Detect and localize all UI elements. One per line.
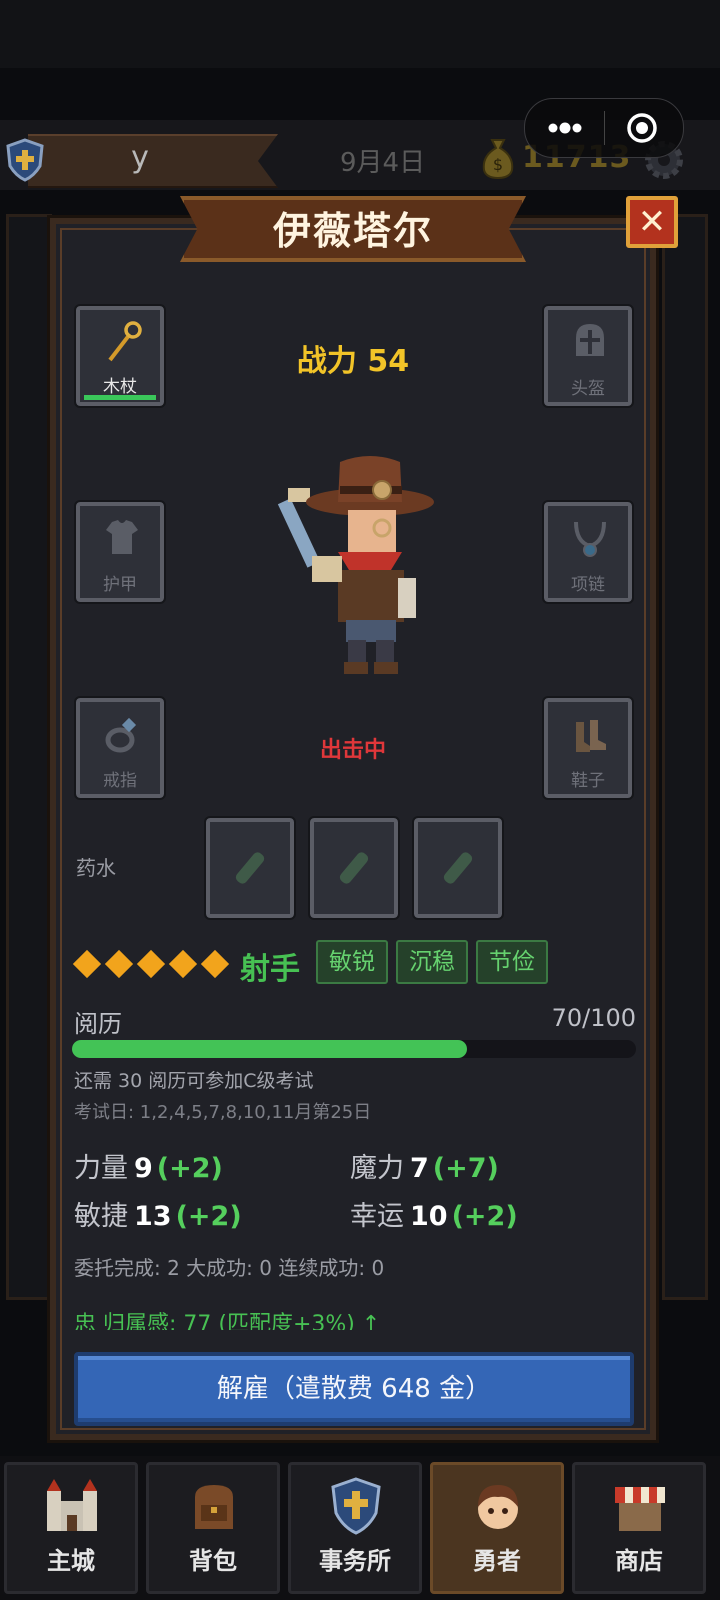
wooden-staff-icon bbox=[108, 321, 142, 362]
stat-label: 敏捷 bbox=[74, 1201, 128, 1232]
tab-shop[interactable]: 商店 bbox=[572, 1462, 706, 1594]
tab-label: 勇者 bbox=[473, 1547, 521, 1575]
stat-bonus: (+2) bbox=[156, 1153, 223, 1184]
trait-badge[interactable]: 敏锐 bbox=[316, 940, 388, 984]
stat-label: 幸运 bbox=[350, 1201, 404, 1232]
background-list-left bbox=[6, 214, 52, 1300]
tab-label: 背包 bbox=[189, 1547, 237, 1575]
slot-helmet[interactable]: 头盔 bbox=[542, 304, 634, 408]
stat-magic: 魔力 7 (+7) bbox=[350, 1146, 499, 1185]
hero-character-sprite bbox=[277, 456, 434, 674]
slot-weapon[interactable]: 木杖 bbox=[74, 304, 166, 408]
stat-bonus: (+7) bbox=[432, 1153, 499, 1184]
mission-counters: 委托完成: 2 大成功: 0 连续成功: 0 bbox=[74, 1256, 385, 1280]
stat-luck: 幸运 10 (+2) bbox=[350, 1194, 518, 1233]
slot-helmet-label: 头盔 bbox=[571, 379, 605, 399]
castle-icon bbox=[47, 1479, 97, 1531]
stat-value: 7 bbox=[410, 1153, 429, 1184]
slot-necklace[interactable]: 项链 bbox=[542, 500, 634, 604]
potion-slot-1[interactable] bbox=[204, 816, 296, 920]
backpack-icon bbox=[195, 1485, 233, 1529]
tab-label: 事务所 bbox=[319, 1547, 391, 1575]
potion-vial-icon bbox=[235, 852, 265, 884]
tab-heroes[interactable]: 勇者 bbox=[430, 1462, 564, 1594]
game-date: 9月4日 bbox=[340, 148, 426, 178]
boots-icon bbox=[576, 720, 606, 752]
loyalty-info: 忠 归属感: 77 (匹配度+3%) ↑ bbox=[74, 1312, 381, 1330]
potion-slot-2[interactable] bbox=[308, 816, 400, 920]
capsule-divider bbox=[604, 111, 605, 145]
trait-badge[interactable]: 沉稳 bbox=[396, 940, 468, 984]
stat-value: 10 bbox=[410, 1201, 448, 1232]
tab-label: 商店 bbox=[615, 1547, 663, 1575]
shield-icon bbox=[331, 1477, 381, 1535]
hero-face-icon bbox=[478, 1485, 518, 1529]
close-button[interactable]: ✕ bbox=[626, 196, 678, 248]
slot-armor[interactable]: 护甲 bbox=[74, 500, 166, 604]
ring-icon bbox=[105, 717, 137, 753]
chainmail-armor-icon bbox=[106, 520, 138, 554]
stat-label: 力量 bbox=[74, 1153, 128, 1184]
miniprogram-capsule bbox=[524, 98, 684, 158]
exam-days: 考试日: 1,2,4,5,7,8,10,11月第25日 bbox=[74, 1102, 372, 1123]
rank-diamond-icon bbox=[104, 949, 134, 979]
experience-bar-fill bbox=[72, 1040, 467, 1058]
svg-text:$: $ bbox=[493, 155, 503, 174]
rank-diamond-icon bbox=[168, 949, 198, 979]
stat-value: 9 bbox=[134, 1153, 153, 1184]
stat-value: 13 bbox=[134, 1201, 172, 1232]
rank-diamond-icon bbox=[72, 949, 102, 979]
slot-shoes-label: 鞋子 bbox=[571, 771, 605, 791]
rank-diamond-icon bbox=[136, 949, 166, 979]
shop-stall-icon bbox=[615, 1487, 665, 1531]
potion-label: 药水 bbox=[76, 856, 116, 880]
more-options-icon[interactable] bbox=[545, 121, 585, 135]
slot-ring[interactable]: 戒指 bbox=[74, 696, 166, 800]
background-list-right bbox=[662, 214, 708, 1300]
hero-status: 出击中 bbox=[319, 738, 386, 763]
potion-vial-icon bbox=[339, 852, 369, 884]
stat-agility: 敏捷 13 (+2) bbox=[74, 1194, 242, 1233]
experience-label: 阅历 bbox=[74, 1010, 122, 1038]
close-miniprogram-icon[interactable] bbox=[625, 111, 659, 145]
combat-power: 战力 54 bbox=[296, 344, 410, 379]
tab-backpack[interactable]: 背包 bbox=[146, 1462, 280, 1594]
stat-label: 魔力 bbox=[350, 1153, 404, 1184]
stat-bonus: (+2) bbox=[175, 1201, 242, 1232]
stat-strength: 力量 9 (+2) bbox=[74, 1146, 223, 1185]
tab-main-city[interactable]: 主城 bbox=[4, 1462, 138, 1594]
hero-class: 射手 bbox=[240, 952, 300, 987]
slot-necklace-label: 项链 bbox=[571, 575, 605, 595]
trait-badge[interactable]: 节俭 bbox=[476, 940, 548, 984]
money-bag-icon: $ bbox=[482, 139, 514, 180]
status-area bbox=[0, 0, 720, 68]
helmet-icon bbox=[576, 324, 604, 356]
exam-requirement: 还需 30 阅历可参加C级考试 bbox=[74, 1070, 314, 1092]
potion-vial-icon bbox=[443, 852, 473, 884]
stat-bonus: (+2) bbox=[451, 1201, 518, 1232]
dismiss-hero-button[interactable]: 解雇（遣散费 648 金） bbox=[74, 1352, 634, 1426]
slot-weapon-label: 木杖 bbox=[103, 377, 137, 397]
guild-shield-icon bbox=[6, 138, 44, 182]
slot-shoes[interactable]: 鞋子 bbox=[542, 696, 634, 800]
rank-diamond-icon bbox=[200, 949, 230, 979]
experience-bar bbox=[72, 1040, 636, 1058]
durability-bar bbox=[84, 395, 156, 400]
rank-stars bbox=[72, 948, 230, 982]
tab-label: 主城 bbox=[47, 1547, 95, 1575]
hero-name-title: 伊薇塔尔 bbox=[272, 209, 433, 253]
dismiss-hero-label: 解雇（遣散费 648 金） bbox=[216, 1374, 492, 1404]
potion-slot-3[interactable] bbox=[412, 816, 504, 920]
necklace-icon bbox=[574, 521, 606, 557]
player-name: y bbox=[131, 140, 149, 175]
tab-office[interactable]: 事务所 bbox=[288, 1462, 422, 1594]
slot-armor-label: 护甲 bbox=[103, 575, 137, 595]
slot-ring-label: 戒指 bbox=[103, 771, 137, 791]
experience-value: 70/100 bbox=[551, 1004, 636, 1032]
